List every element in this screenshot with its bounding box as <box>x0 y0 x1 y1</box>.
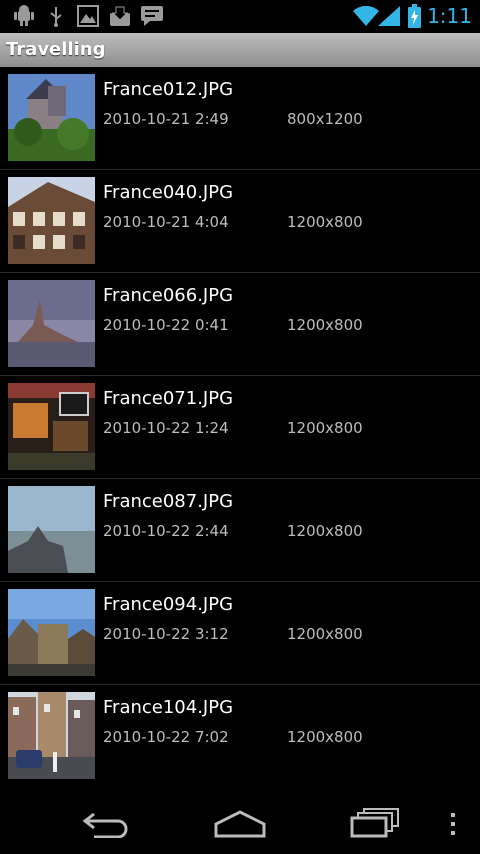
photo-list: France012.JPG 2010-10-21 2:49 800x1200 F… <box>0 67 480 787</box>
photo-name: France071.JPG <box>103 388 234 409</box>
usb-icon <box>48 5 64 31</box>
download-icon <box>109 5 131 31</box>
photo-name: France087.JPG <box>103 491 234 512</box>
photo-dimensions: 1200x800 <box>287 213 363 231</box>
photo-dimensions: 1200x800 <box>287 522 363 540</box>
android-debug-icon <box>14 5 34 31</box>
action-bar: Travelling <box>0 33 480 67</box>
list-item[interactable]: France094.JPG 2010-10-22 3:12 1200x800 <box>0 582 480 685</box>
list-item[interactable]: France071.JPG 2010-10-22 1:24 1200x800 <box>0 376 480 479</box>
list-item[interactable]: France066.JPG 2010-10-22 0:41 1200x800 <box>0 273 480 376</box>
photo-date: 2010-10-21 2:49 <box>103 110 229 128</box>
photo-thumbnail <box>8 74 95 161</box>
status-clock: 1:11 <box>427 4 472 28</box>
list-item[interactable]: France087.JPG 2010-10-22 2:44 1200x800 <box>0 479 480 582</box>
home-icon[interactable] <box>214 810 266 842</box>
photo-dimensions: 1200x800 <box>287 728 363 746</box>
list-item[interactable]: France012.JPG 2010-10-21 2:49 800x1200 <box>0 67 480 170</box>
photo-thumbnail <box>8 383 95 470</box>
photo-thumbnail <box>8 177 95 264</box>
photo-date: 2010-10-21 4:04 <box>103 213 229 231</box>
battery-charging-icon <box>408 4 421 32</box>
photo-thumbnail <box>8 486 95 573</box>
list-item[interactable]: France104.JPG 2010-10-22 7:02 1200x800 <box>0 685 480 787</box>
photo-name: France040.JPG <box>103 182 234 203</box>
photo-name: France066.JPG <box>103 285 234 306</box>
list-item[interactable]: France040.JPG 2010-10-21 4:04 1200x800 <box>0 170 480 273</box>
menu-overflow-icon[interactable] <box>449 812 457 840</box>
message-icon <box>140 5 164 31</box>
photo-date: 2010-10-22 2:44 <box>103 522 229 540</box>
wifi-icon <box>353 5 379 30</box>
photo-dimensions: 1200x800 <box>287 419 363 437</box>
picture-icon <box>77 5 99 31</box>
photo-date: 2010-10-22 0:41 <box>103 316 229 334</box>
photo-name: France012.JPG <box>103 79 234 100</box>
photo-date: 2010-10-22 1:24 <box>103 419 229 437</box>
photo-dimensions: 1200x800 <box>287 316 363 334</box>
photo-thumbnail <box>8 589 95 676</box>
photo-date: 2010-10-22 7:02 <box>103 728 229 746</box>
photo-name: France094.JPG <box>103 594 234 615</box>
photo-dimensions: 1200x800 <box>287 625 363 643</box>
page-title: Travelling <box>6 39 106 60</box>
signal-icon <box>378 6 400 30</box>
photo-thumbnail <box>8 280 95 367</box>
photo-dimensions: 800x1200 <box>287 110 363 128</box>
navigation-bar <box>0 794 480 854</box>
photo-name: France104.JPG <box>103 697 234 718</box>
status-bar: 1:11 <box>0 0 480 33</box>
photo-thumbnail <box>8 692 95 779</box>
back-icon[interactable] <box>82 810 132 842</box>
recent-apps-icon[interactable] <box>350 808 400 842</box>
photo-date: 2010-10-22 3:12 <box>103 625 229 643</box>
